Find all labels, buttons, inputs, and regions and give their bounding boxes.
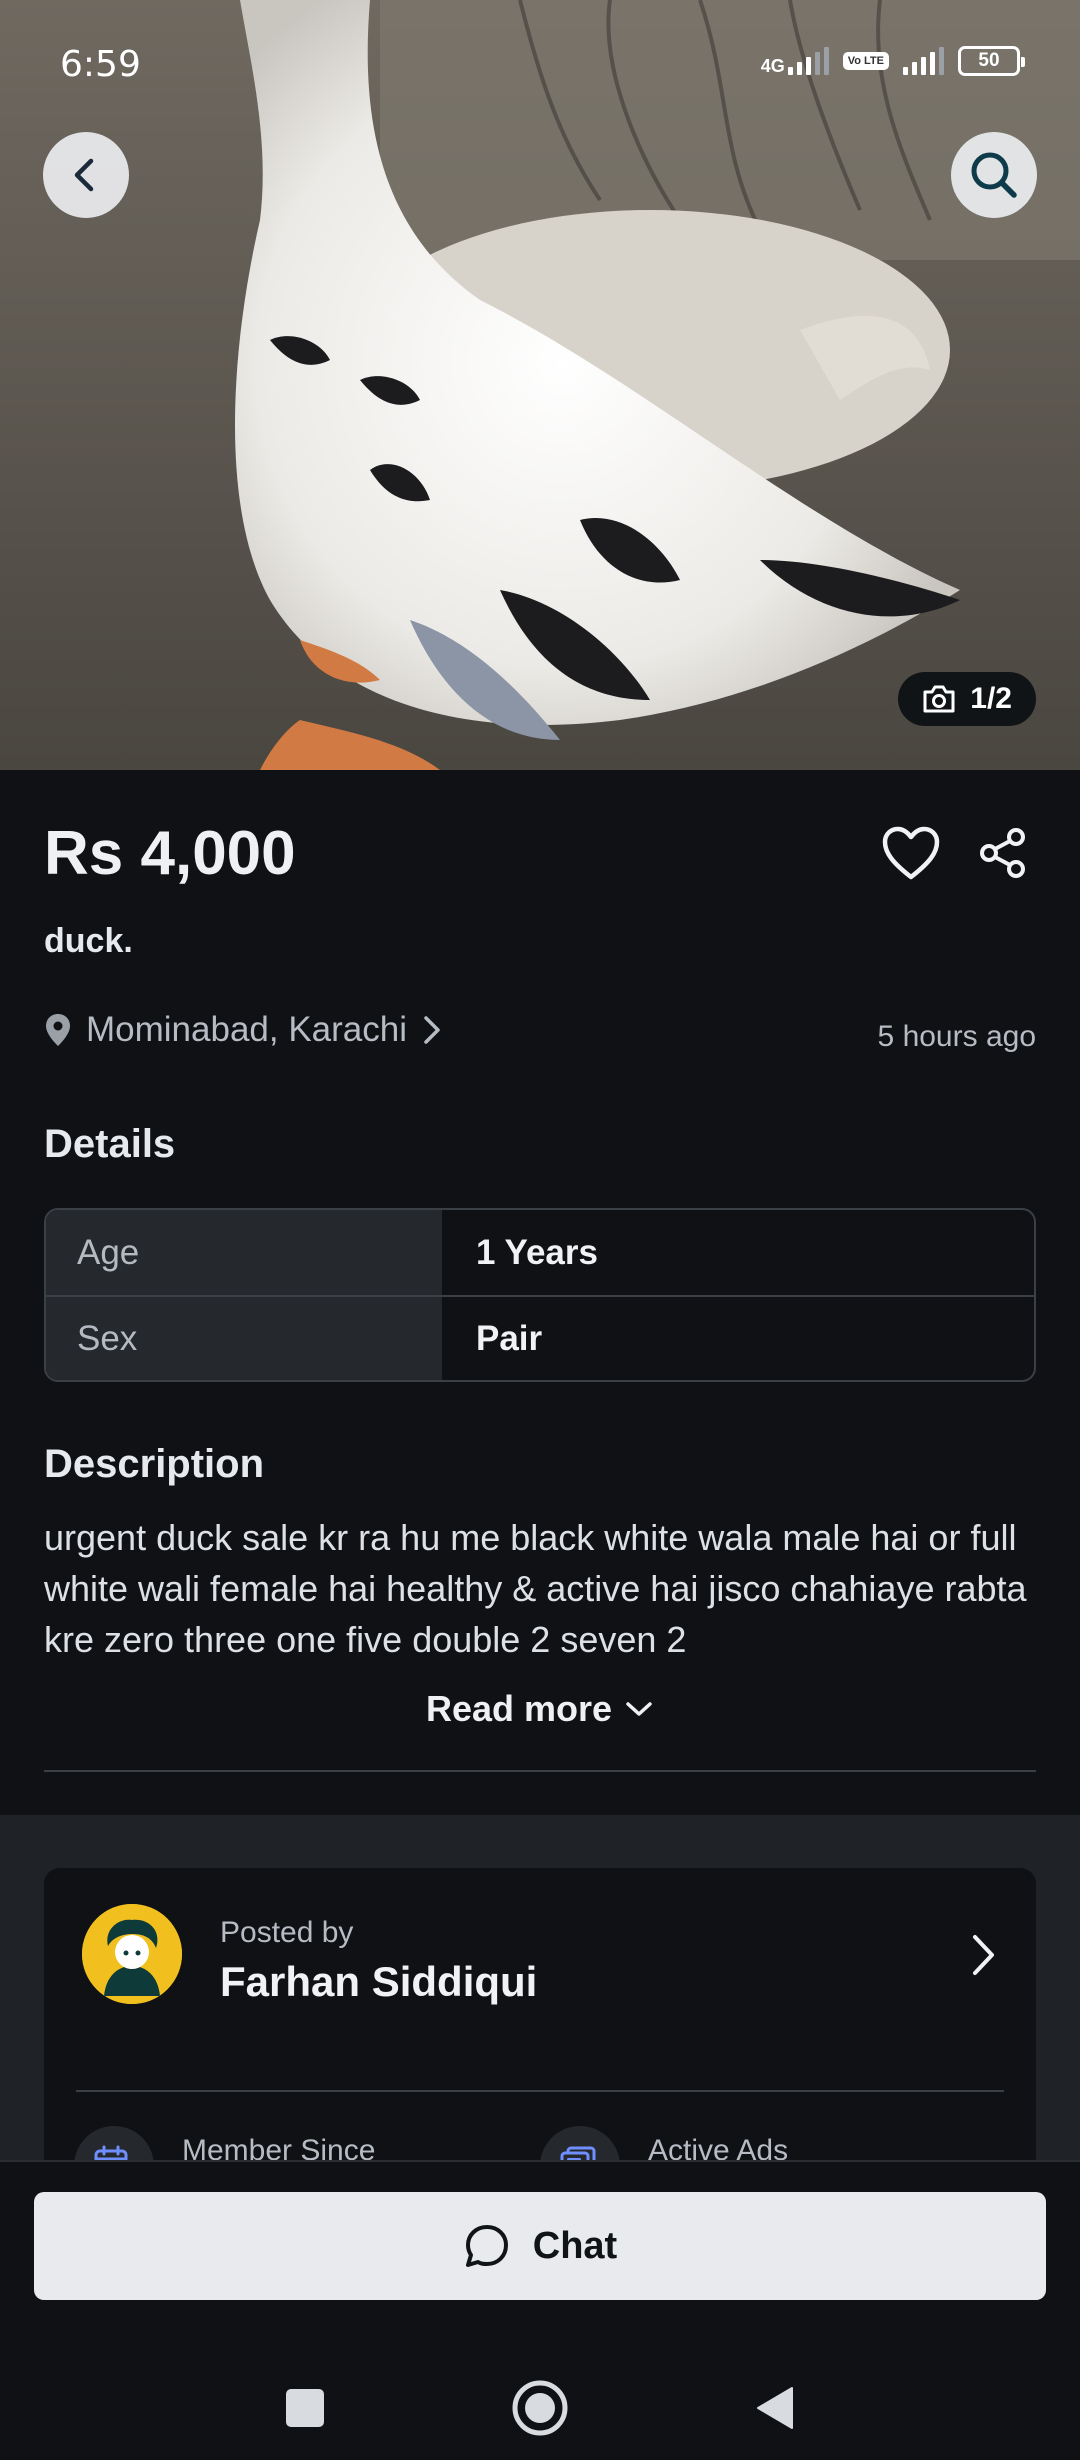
system-nav-bar bbox=[0, 2362, 1080, 2460]
search-button[interactable] bbox=[951, 132, 1037, 218]
system-back-button[interactable] bbox=[745, 2378, 805, 2438]
home-button[interactable] bbox=[510, 2378, 570, 2438]
listing-price: Rs 4,000 bbox=[44, 819, 296, 888]
seller-section: Posted by Farhan Siddiqui Member Since 2… bbox=[0, 1815, 1080, 2213]
location-link[interactable]: Mominabad, Karachi bbox=[44, 1010, 443, 1050]
battery-icon: 50 bbox=[958, 46, 1025, 76]
posted-time: 5 hours ago bbox=[877, 1020, 1036, 1053]
chat-label: Chat bbox=[532, 2224, 618, 2267]
share-button[interactable] bbox=[970, 820, 1036, 886]
camera-icon bbox=[923, 685, 955, 713]
search-icon bbox=[971, 152, 1017, 198]
seller-card[interactable]: Posted by Farhan Siddiqui Member Since 2… bbox=[44, 1868, 1036, 2213]
status-icons: 4G Vo LTE 50 bbox=[761, 46, 1025, 76]
back-button[interactable] bbox=[43, 132, 129, 218]
details-row-age: Age 1 Years bbox=[46, 1210, 1034, 1295]
details-table: Age 1 Years Sex Pair bbox=[44, 1208, 1036, 1382]
card-divider bbox=[76, 2090, 1004, 2092]
photo-counter-text: 1/2 bbox=[970, 682, 1012, 715]
description-heading: Description bbox=[44, 1442, 265, 1486]
details-row-sex: Sex Pair bbox=[46, 1295, 1034, 1380]
favorite-button[interactable] bbox=[878, 820, 944, 886]
avatar bbox=[82, 1904, 182, 2004]
details-value: Pair bbox=[476, 1318, 543, 1358]
listing-photo[interactable]: 6:59 4G Vo LTE 50 1/2 bbox=[0, 0, 1080, 770]
volte-icon: Vo LTE bbox=[842, 52, 889, 70]
details-heading: Details bbox=[44, 1122, 176, 1166]
chevron-down-icon bbox=[626, 1702, 652, 1716]
square-icon bbox=[286, 2389, 324, 2427]
signal-icon bbox=[903, 47, 944, 75]
recents-button[interactable] bbox=[275, 2378, 335, 2438]
listing-title: duck. bbox=[44, 922, 133, 960]
avatar-illustration bbox=[82, 1904, 182, 2004]
circle-icon bbox=[512, 2380, 568, 2436]
seller-name: Farhan Siddiqui bbox=[220, 1958, 538, 2005]
description-text: urgent duck sale kr ra hu me black white… bbox=[44, 1517, 1027, 1660]
bottom-action-bar: Chat bbox=[0, 2160, 1080, 2460]
details-label: Age bbox=[46, 1210, 442, 1295]
chevron-right-icon bbox=[424, 1016, 440, 1044]
location-text: Mominabad, Karachi bbox=[86, 1010, 407, 1049]
details-label: Sex bbox=[46, 1297, 442, 1380]
status-bar: 6:59 4G Vo LTE 50 bbox=[0, 0, 1080, 130]
posted-by-label: Posted by bbox=[220, 1916, 354, 1949]
chat-bubble-icon bbox=[465, 2225, 508, 2267]
details-value: 1 Years bbox=[476, 1232, 598, 1272]
chat-button[interactable]: Chat bbox=[34, 2192, 1046, 2300]
photo-counter[interactable]: 1/2 bbox=[898, 672, 1036, 726]
status-time: 6:59 bbox=[60, 44, 141, 85]
chevron-left-icon bbox=[74, 158, 94, 192]
read-more-button[interactable]: Read more bbox=[0, 1688, 1080, 1730]
signal-4g-icon: 4G bbox=[761, 47, 829, 75]
section-divider bbox=[44, 1770, 1036, 1772]
share-icon bbox=[980, 828, 1025, 878]
map-pin-icon bbox=[46, 1014, 70, 1046]
chevron-right-icon bbox=[973, 1935, 994, 1975]
heart-icon bbox=[882, 826, 940, 880]
read-more-label: Read more bbox=[425, 1688, 613, 1729]
listing-details: Rs 4,000 duck. Mominabad, Karachi 5 hour… bbox=[0, 770, 1080, 1815]
triangle-back-icon bbox=[757, 2387, 793, 2429]
